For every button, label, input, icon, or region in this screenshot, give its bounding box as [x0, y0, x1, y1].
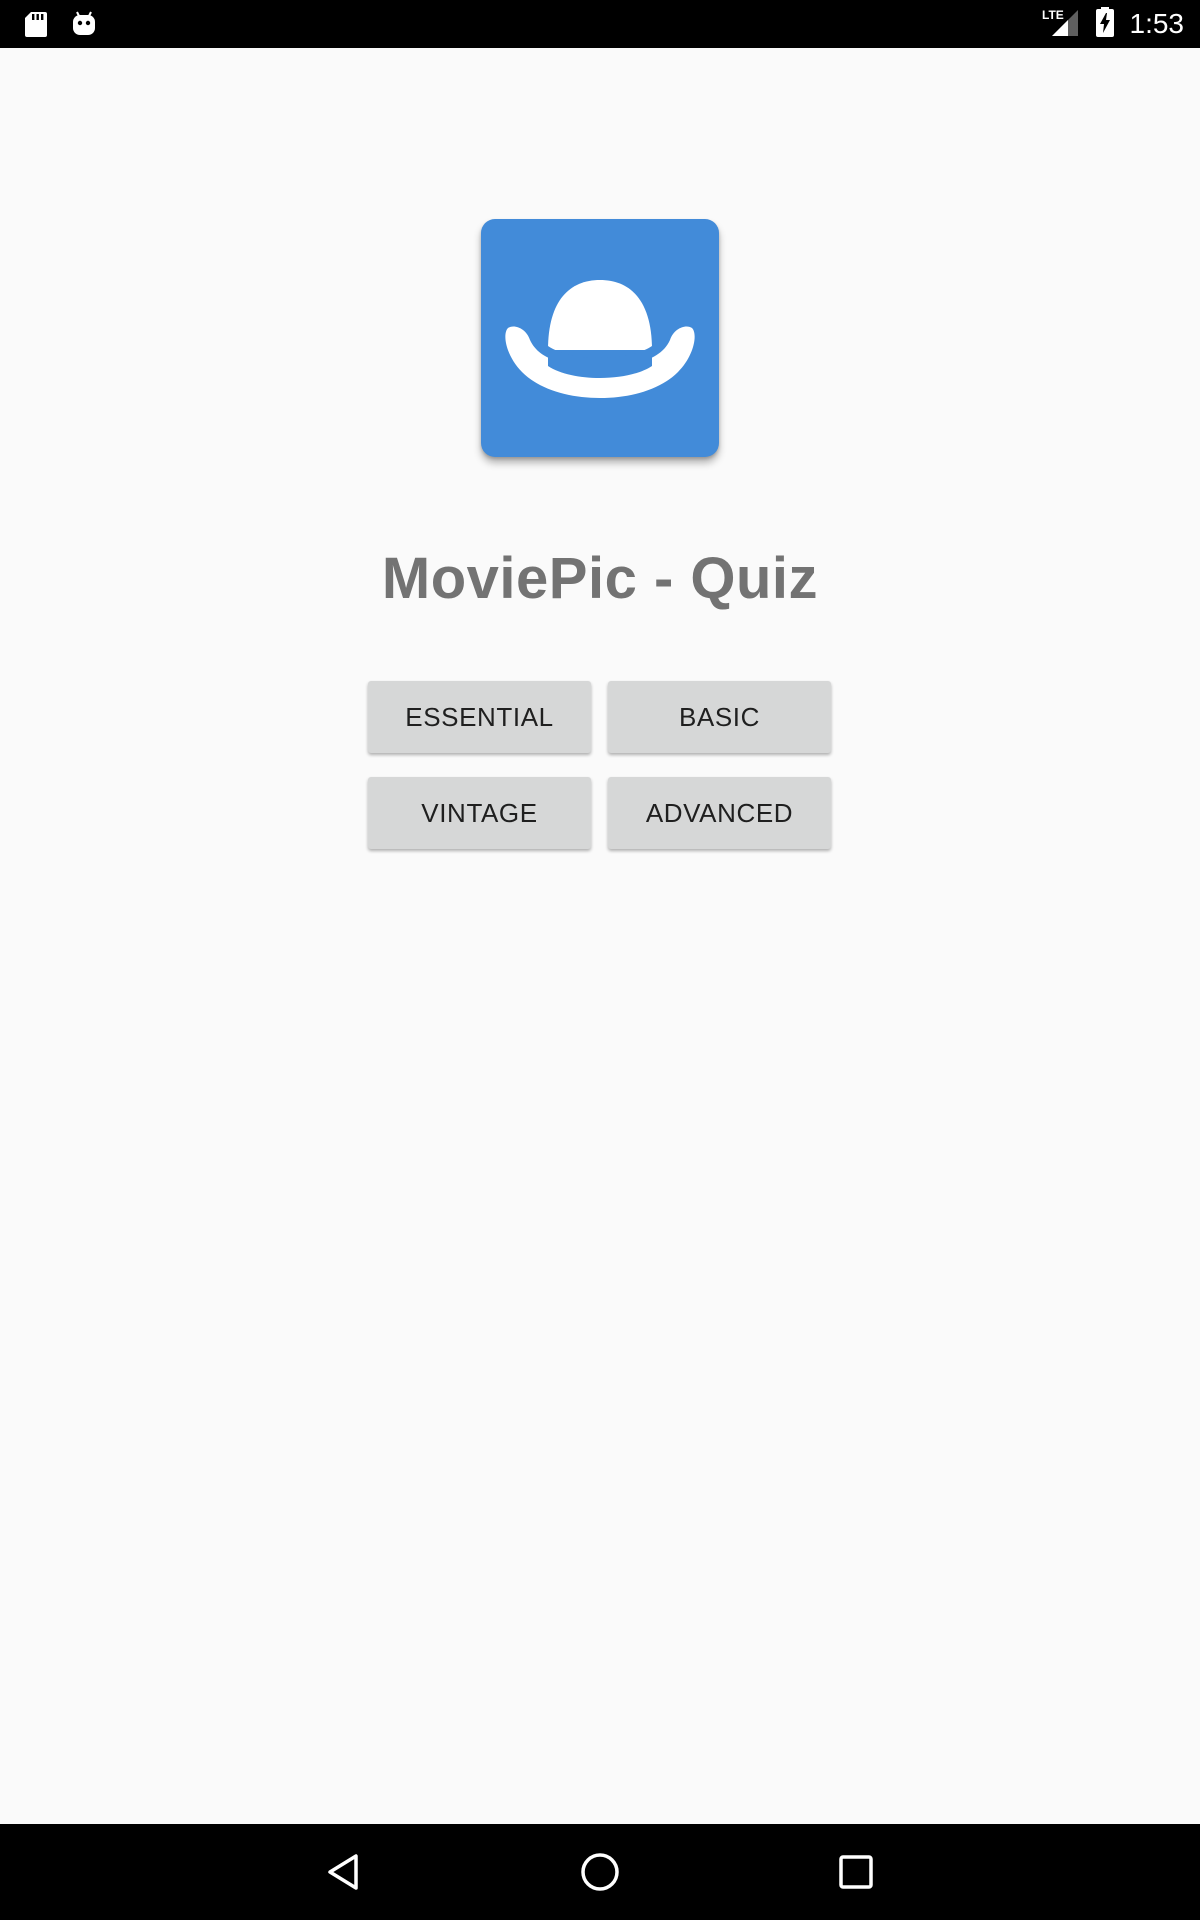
app-screen: LTE 1:53 MoviePic - Quiz ESSENTIAL BASIC…	[0, 0, 1200, 1920]
status-bar: LTE 1:53	[0, 0, 1200, 48]
lte-signal-icon: LTE	[1042, 6, 1082, 43]
navigation-bar	[0, 1824, 1200, 1920]
recents-icon[interactable]	[826, 1842, 886, 1902]
app-title: MoviePic - Quiz	[381, 546, 819, 611]
home-icon[interactable]	[570, 1842, 630, 1902]
bowler-hat-icon	[481, 219, 719, 457]
essential-button[interactable]: ESSENTIAL	[368, 681, 591, 753]
svg-text:LTE: LTE	[1042, 8, 1064, 22]
status-clock: 1:53	[1129, 8, 1185, 39]
android-debug-icon	[70, 10, 98, 38]
vintage-button[interactable]: VINTAGE	[368, 777, 591, 849]
back-icon[interactable]	[314, 1842, 374, 1902]
basic-button[interactable]: BASIC	[608, 681, 831, 753]
sd-card-icon	[22, 10, 50, 38]
battery-charging-icon	[1094, 6, 1116, 43]
status-right-group: LTE 1:53	[1030, 0, 1185, 48]
advanced-button[interactable]: ADVANCED	[608, 777, 831, 849]
